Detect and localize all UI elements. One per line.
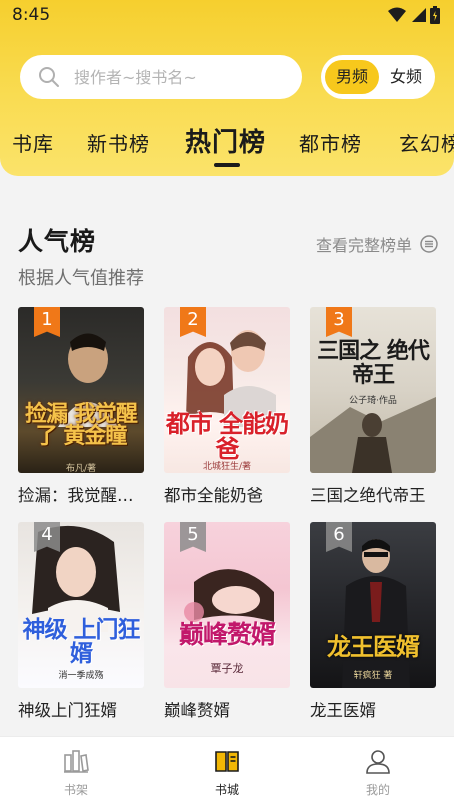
- nav-bookstore[interactable]: 书城: [187, 747, 267, 798]
- gender-male-option[interactable]: 男频: [325, 60, 379, 94]
- search-box[interactable]: [20, 55, 302, 99]
- top-header: 8:45 男频 女频 书库 新书榜 热门榜 都市榜 玄幻榜: [0, 0, 454, 176]
- cover-title: 捡漏 我觉醒了 黄金瞳: [25, 401, 138, 449]
- book-title[interactable]: 都市全能奶爸: [164, 482, 294, 506]
- book-cover[interactable]: 都市 全能奶爸 北城狂生/著 2: [164, 307, 290, 473]
- bookshelf-icon: [64, 750, 89, 773]
- status-time: 8:45: [12, 5, 51, 25]
- gender-female-option[interactable]: 女频: [379, 60, 433, 94]
- tab-hot[interactable]: 热门榜: [185, 122, 266, 159]
- cover-author: 轩疯狂 著: [353, 671, 393, 681]
- nav-bookshelf[interactable]: 书架: [36, 747, 116, 798]
- nav-label: 书城: [214, 783, 239, 797]
- book-cover[interactable]: 龙王医婿 轩疯狂 著 6: [310, 522, 436, 688]
- section-title: 人气榜: [18, 227, 97, 256]
- battery-icon: [430, 6, 440, 24]
- book-title[interactable]: 龙王医婿: [310, 697, 440, 721]
- nav-profile[interactable]: 我的: [338, 747, 418, 798]
- nav-label: 书架: [63, 783, 88, 797]
- book-card[interactable]: 神级 上门狂婿 消一季成殇 4 神级上门狂婿: [18, 522, 144, 721]
- category-tabs: 书库 新书榜 热门榜 都市榜 玄幻榜: [0, 118, 454, 174]
- list-icon: [420, 235, 438, 253]
- gender-toggle: 男频 女频: [321, 55, 435, 99]
- tab-indicator: [214, 163, 240, 167]
- cover-title: 龙王医婿: [327, 632, 420, 661]
- section-subtitle: 根据人气值推荐: [18, 268, 144, 289]
- book-card[interactable]: 龙王医婿 轩疯狂 著 6 龙王医婿: [310, 522, 436, 721]
- book-card[interactable]: 捡漏 我觉醒了 黄金瞳 布凡/著 1 捡漏：我觉醒了黄金瞳: [18, 307, 148, 506]
- profile-icon: [366, 750, 390, 774]
- view-full-list-label: 查看完整榜单: [315, 236, 412, 255]
- bookstore-icon: [215, 751, 239, 772]
- nav-label: 我的: [365, 783, 390, 797]
- book-cover[interactable]: 巅峰赘婿 覃子龙 5: [164, 522, 290, 688]
- cover-author: 布凡/著: [65, 464, 97, 473]
- book-title[interactable]: 神级上门狂婿: [18, 697, 148, 721]
- tab-urban[interactable]: 都市榜: [299, 128, 362, 157]
- book-card[interactable]: 都市 全能奶爸 北城狂生/著 2 都市全能奶爸: [164, 307, 290, 506]
- book-cover[interactable]: 捡漏 我觉醒了 黄金瞳 布凡/著 1: [18, 307, 144, 473]
- wifi-icon: [388, 7, 406, 22]
- book-title[interactable]: 三国之绝代帝王: [310, 482, 440, 506]
- tab-new-books[interactable]: 新书榜: [87, 128, 150, 157]
- cover-author: 公子琦·作品: [349, 396, 397, 406]
- cover-author: 消一季成殇: [58, 671, 104, 681]
- search-input[interactable]: [74, 67, 274, 87]
- status-icons: [388, 6, 440, 24]
- status-bar: 8:45: [0, 0, 454, 32]
- view-full-list-link[interactable]: 查看完整榜单: [316, 232, 438, 256]
- cover-author: 北城狂生/著: [202, 462, 252, 472]
- cover-author: 覃子龙: [210, 662, 244, 675]
- popular-section-header: 人气榜 根据人气值推荐 查看完整榜单: [18, 222, 438, 292]
- cover-title: 神级 上门狂婿: [22, 616, 140, 667]
- bottom-nav: 书架 书城 我的: [0, 736, 454, 807]
- signal-icon: [412, 8, 426, 22]
- cover-title: 巅峰赘婿: [178, 620, 276, 649]
- cover-title: 都市 全能奶爸: [165, 409, 289, 463]
- cover-title: 三国之 绝代帝王: [317, 338, 430, 388]
- tab-library[interactable]: 书库: [12, 128, 54, 157]
- book-cover[interactable]: 三国之 绝代帝王 公子琦·作品 3: [310, 307, 436, 473]
- book-card[interactable]: 巅峰赘婿 覃子龙 5 巅峰赘婿: [164, 522, 290, 721]
- book-cover[interactable]: 神级 上门狂婿 消一季成殇 4: [18, 522, 144, 688]
- book-card[interactable]: 三国之 绝代帝王 公子琦·作品 3 三国之绝代帝王: [310, 307, 436, 506]
- book-title[interactable]: 捡漏：我觉醒了黄金瞳: [18, 482, 148, 506]
- search-icon: [39, 67, 59, 87]
- book-title[interactable]: 巅峰赘婿: [164, 697, 294, 721]
- tab-fantasy[interactable]: 玄幻榜: [399, 128, 454, 157]
